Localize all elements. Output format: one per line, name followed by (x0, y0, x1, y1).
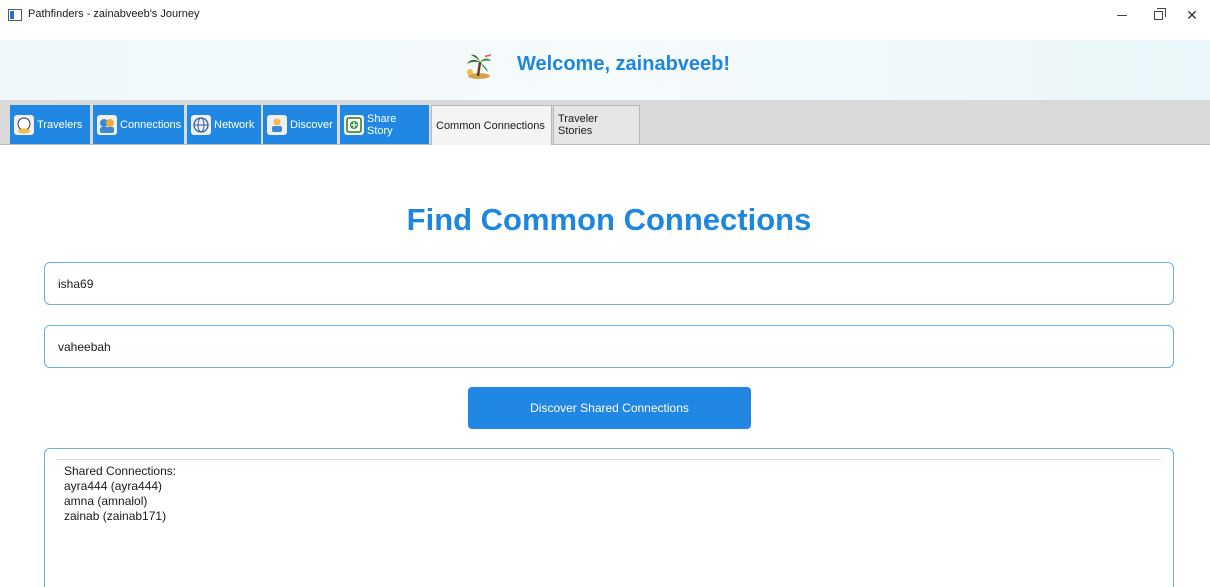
globe-icon (191, 114, 211, 135)
tab-common-connections[interactable]: Common Connections (431, 105, 552, 145)
page-title: Find Common Connections (406, 202, 812, 237)
traveler-icon (14, 114, 34, 135)
results-text-area[interactable]: Shared Connections: ayra444 (ayra444) am… (44, 448, 1174, 587)
close-button[interactable]: ✕ (1174, 4, 1210, 26)
palm-tree-airplane-icon (467, 54, 492, 79)
tab-discover[interactable]: Discover (263, 105, 337, 144)
window-title: Pathfinders - zainabveeb's Journey (28, 8, 200, 20)
welcome-heading: Welcome, zainabveeb! (517, 53, 731, 75)
results-content: Shared Connections: ayra444 (ayra444) am… (64, 464, 176, 524)
tab-connections[interactable]: Connections (93, 105, 184, 144)
list-item: zainab (zainab171) (64, 509, 167, 523)
tab-label: Share Story (367, 112, 397, 137)
results-heading: Shared Connections: (64, 464, 177, 478)
minimize-icon (1117, 14, 1127, 16)
maximize-button[interactable] (1140, 4, 1176, 26)
tab-bar: Travelers Connections Network Discover S… (0, 100, 1210, 145)
close-icon: ✕ (1186, 6, 1198, 23)
main-panel: Find Common Connections Discover Shared … (0, 146, 1210, 587)
share-story-icon (344, 114, 364, 135)
list-item: amna (amnalol) (64, 494, 148, 508)
app-header: Welcome, zainabveeb! (0, 40, 1210, 100)
first-user-input[interactable] (44, 262, 1174, 305)
connections-icon (97, 114, 117, 135)
results-divider (57, 459, 1161, 460)
window-titlebar: Pathfinders - zainabveeb's Journey ✕ (0, 0, 1210, 30)
minimize-button[interactable] (1104, 4, 1140, 26)
tab-label: Connections (120, 118, 182, 131)
tab-label: Common Connections (436, 119, 545, 132)
tab-label: Traveler Stories (558, 113, 598, 137)
tab-travelers[interactable]: Travelers (10, 105, 90, 144)
discover-shared-connections-button[interactable]: Discover Shared Connections (468, 387, 751, 429)
tab-label: Travelers (37, 118, 83, 131)
second-user-input[interactable] (44, 325, 1174, 368)
tab-network[interactable]: Network (187, 105, 261, 144)
tab-traveler-stories[interactable]: Traveler Stories (553, 105, 640, 144)
app-icon (8, 9, 22, 21)
tab-label: Discover (290, 118, 333, 131)
restore-icon (1153, 7, 1166, 20)
discover-person-icon (267, 114, 287, 135)
tab-share-story[interactable]: Share Story (340, 105, 429, 144)
tab-label: Network (214, 118, 255, 131)
list-item: ayra444 (ayra444) (64, 479, 163, 493)
